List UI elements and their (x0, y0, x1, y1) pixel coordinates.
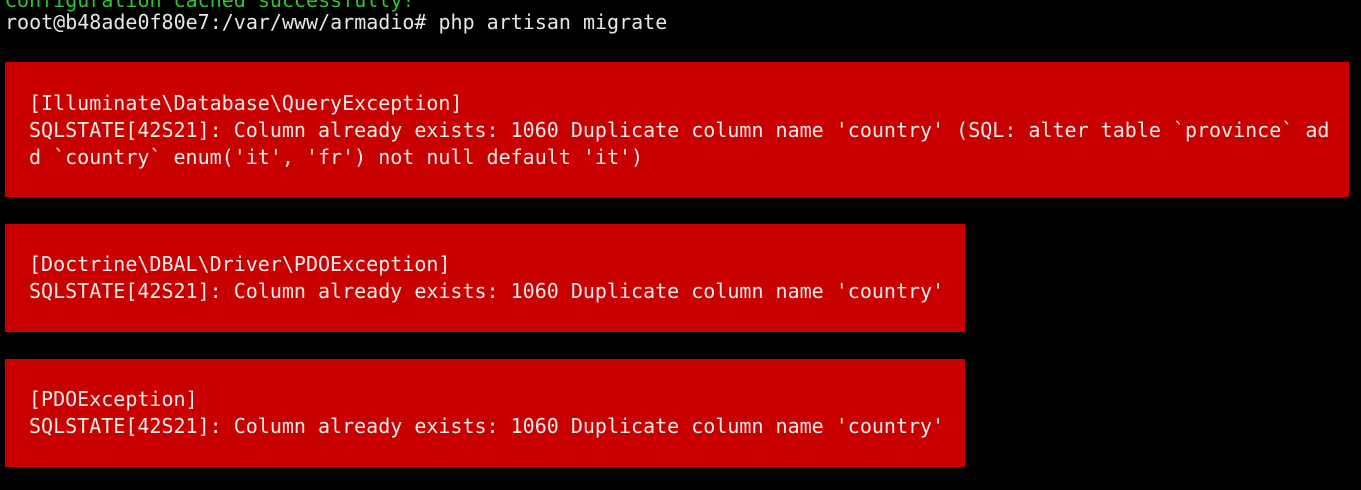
error-message-line: SQLSTATE[42S21]: Column already exists: … (29, 279, 945, 303)
shell-prompt: root@b48ade0f80e7:/var/www/armadio# (5, 10, 427, 34)
error-block-doctrine-pdo-exception: [Doctrine\DBAL\Driver\PDOException] SQLS… (5, 224, 965, 332)
error-message-line: SQLSTATE[42S21]: Column already exists: … (29, 118, 1330, 142)
error-message-line: d `country` enum('it', 'fr') not null de… (29, 145, 644, 169)
exception-name: [Illuminate\Database\QueryException] (29, 91, 463, 115)
exception-name: [Doctrine\DBAL\Driver\PDOException] (29, 252, 451, 276)
exception-name: [PDOException] (29, 387, 198, 411)
command-line: root@b48ade0f80e7:/var/www/armadio# php … (5, 9, 667, 36)
command-text: php artisan migrate (438, 10, 668, 34)
error-block-pdo-exception: [PDOException] SQLSTATE[42S21]: Column a… (5, 359, 965, 467)
error-message-line: SQLSTATE[42S21]: Column already exists: … (29, 414, 945, 438)
error-block-query-exception: [Illuminate\Database\QueryException] SQL… (5, 62, 1349, 197)
